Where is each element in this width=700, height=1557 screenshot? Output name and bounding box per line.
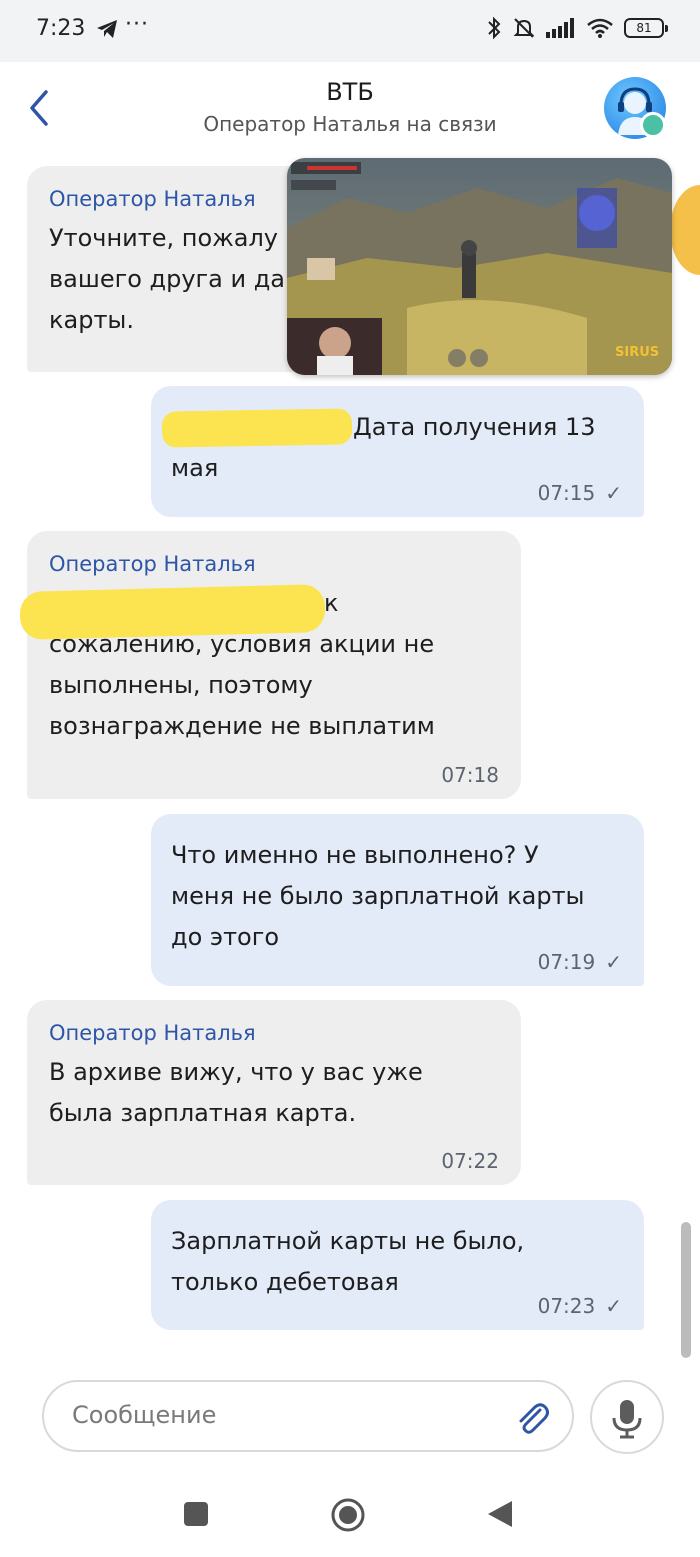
- message-line: Зарплатной карты не было,: [171, 1227, 525, 1255]
- message-time: 07:15: [537, 481, 596, 505]
- message-time: 07:22: [441, 1149, 499, 1173]
- message-line: В архиве вижу, что у вас уже: [49, 1058, 423, 1086]
- status-bar: 7:23 ··· 81: [0, 0, 700, 62]
- message-input-field[interactable]: [42, 1380, 574, 1452]
- chat-title: ВТБ: [326, 78, 374, 106]
- check-icon: ✓: [605, 950, 622, 974]
- signal-icon: [546, 18, 574, 38]
- paperclip-icon[interactable]: [512, 1398, 552, 1438]
- message-outgoing: Что именно не выполнено? У меня не было …: [151, 814, 644, 986]
- message-line: была зарплатная карта.: [49, 1099, 357, 1127]
- message-line: Что именно не выполнено? У: [171, 841, 539, 869]
- message-incoming: Оператор Наталья Уточните, пожалу вашего…: [27, 166, 327, 372]
- more-notifications-icon: ···: [125, 12, 149, 37]
- status-right: 81: [486, 16, 668, 40]
- message-sender: Оператор Наталья: [49, 552, 256, 576]
- redaction-mark: [161, 408, 353, 448]
- message-line: Уточните, пожалу: [49, 224, 279, 252]
- message-meta: 07:15 ✓: [538, 481, 622, 505]
- message-sender: Оператор Наталья: [49, 1021, 256, 1045]
- back-triangle-icon[interactable]: [486, 1499, 514, 1529]
- bluetooth-icon: [488, 16, 501, 40]
- status-time: 7:23: [36, 16, 86, 41]
- wifi-icon: [587, 18, 613, 38]
- telegram-icon: [97, 20, 117, 38]
- home-icon[interactable]: [330, 1497, 366, 1533]
- message-incoming: Оператор Наталья В архиве вижу, что у ва…: [27, 1000, 521, 1185]
- message-line: вашего друга и да: [49, 265, 286, 293]
- chat-subtitle: Оператор Наталья на связи: [203, 112, 497, 136]
- message-input[interactable]: [70, 1400, 494, 1430]
- game-video-frame: SIRUS: [287, 158, 672, 375]
- chat-scrollbar[interactable]: [681, 1222, 691, 1358]
- message-meta: 07:18: [441, 763, 499, 787]
- message-meta: 07:23 ✓: [538, 1294, 622, 1318]
- chat-header: ВТБ Оператор Наталья на связи: [0, 62, 700, 158]
- message-outgoing: Зарплатной карты не было, только дебетов…: [151, 1200, 644, 1330]
- message-meta: 07:22: [441, 1149, 499, 1173]
- message-line: карты.: [49, 306, 134, 334]
- bell-muted-icon: [513, 18, 535, 38]
- redaction-mark: [19, 584, 326, 640]
- message-composer: [0, 1378, 700, 1466]
- video-watermark: SIRUS: [615, 345, 659, 360]
- message-sender: Оператор Наталья: [49, 187, 256, 211]
- microphone-icon: [612, 1400, 642, 1439]
- message-outgoing: Дата получения 13 мая 07:15 ✓: [151, 386, 644, 517]
- message-line: меня не было зарплатной карты: [171, 882, 585, 910]
- mic-button[interactable]: [590, 1380, 664, 1454]
- recent-apps-icon[interactable]: [182, 1500, 210, 1528]
- online-badge: [640, 112, 666, 138]
- message-time: 07:18: [441, 763, 499, 787]
- battery-indicator: 81: [624, 18, 668, 38]
- system-nav-bar: [0, 1466, 700, 1557]
- pip-video-overlay[interactable]: SIRUS: [287, 158, 672, 375]
- check-icon: ✓: [605, 1294, 622, 1318]
- message-line: вознаграждение не выплатим: [49, 712, 435, 740]
- message-meta: 07:19 ✓: [538, 950, 622, 974]
- message-time: 07:19: [537, 950, 596, 974]
- message-line: выполнены, поэтому: [49, 671, 313, 699]
- message-time: 07:23: [537, 1294, 596, 1318]
- check-icon: ✓: [605, 481, 622, 505]
- message-incoming: Оператор Наталья к сожалению, условия ак…: [27, 531, 521, 799]
